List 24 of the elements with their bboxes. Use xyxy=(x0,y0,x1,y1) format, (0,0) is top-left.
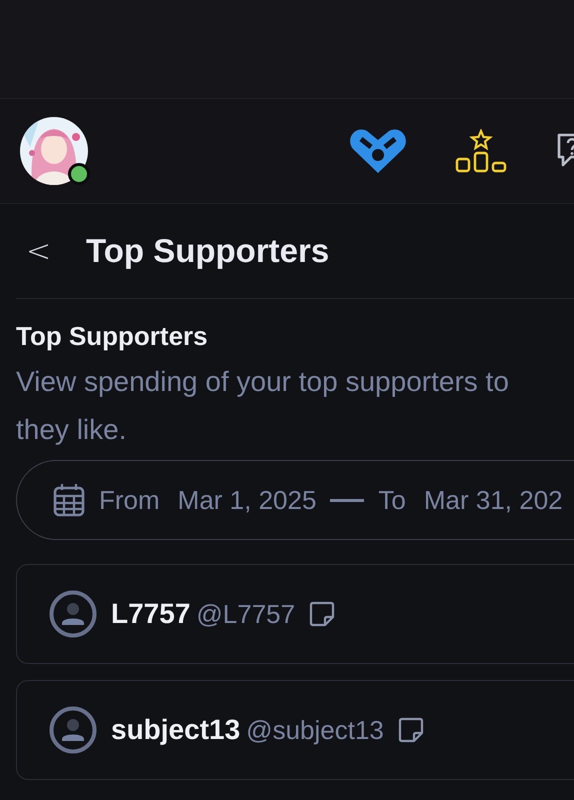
podium-icon xyxy=(455,129,507,173)
heart-icon xyxy=(349,127,407,175)
back-button[interactable]: < xyxy=(16,234,56,268)
supporter-handle: @subject13 xyxy=(246,714,384,746)
podium-nav-button[interactable] xyxy=(455,129,507,173)
supporter-card[interactable]: subject13 @subject13 xyxy=(16,680,574,780)
user-avatar-icon xyxy=(49,590,97,638)
from-label: From xyxy=(99,484,160,516)
note-icon[interactable] xyxy=(398,717,424,743)
date-range-field[interactable]: From Mar 1, 2025 To Mar 31, 202 xyxy=(16,460,574,540)
calendar-icon xyxy=(53,483,85,517)
heart-nav-button[interactable] xyxy=(349,127,407,175)
supporter-name: L7757 xyxy=(111,598,190,630)
section-description: View spending of your top supporters to they like. xyxy=(16,365,510,447)
supporter-name: subject13 xyxy=(111,714,240,746)
from-date: Mar 1, 2025 xyxy=(178,484,316,516)
page-title: Top Supporters xyxy=(86,232,330,270)
supporter-card[interactable]: L7757 @L7757 xyxy=(16,564,574,664)
supporter-handle: @L7757 xyxy=(196,598,296,630)
to-label: To xyxy=(378,484,406,516)
to-date: Mar 31, 202 xyxy=(424,484,563,516)
user-avatar-icon xyxy=(49,706,97,754)
note-icon[interactable] xyxy=(309,601,336,627)
section-heading: Top Supporters xyxy=(16,321,209,352)
